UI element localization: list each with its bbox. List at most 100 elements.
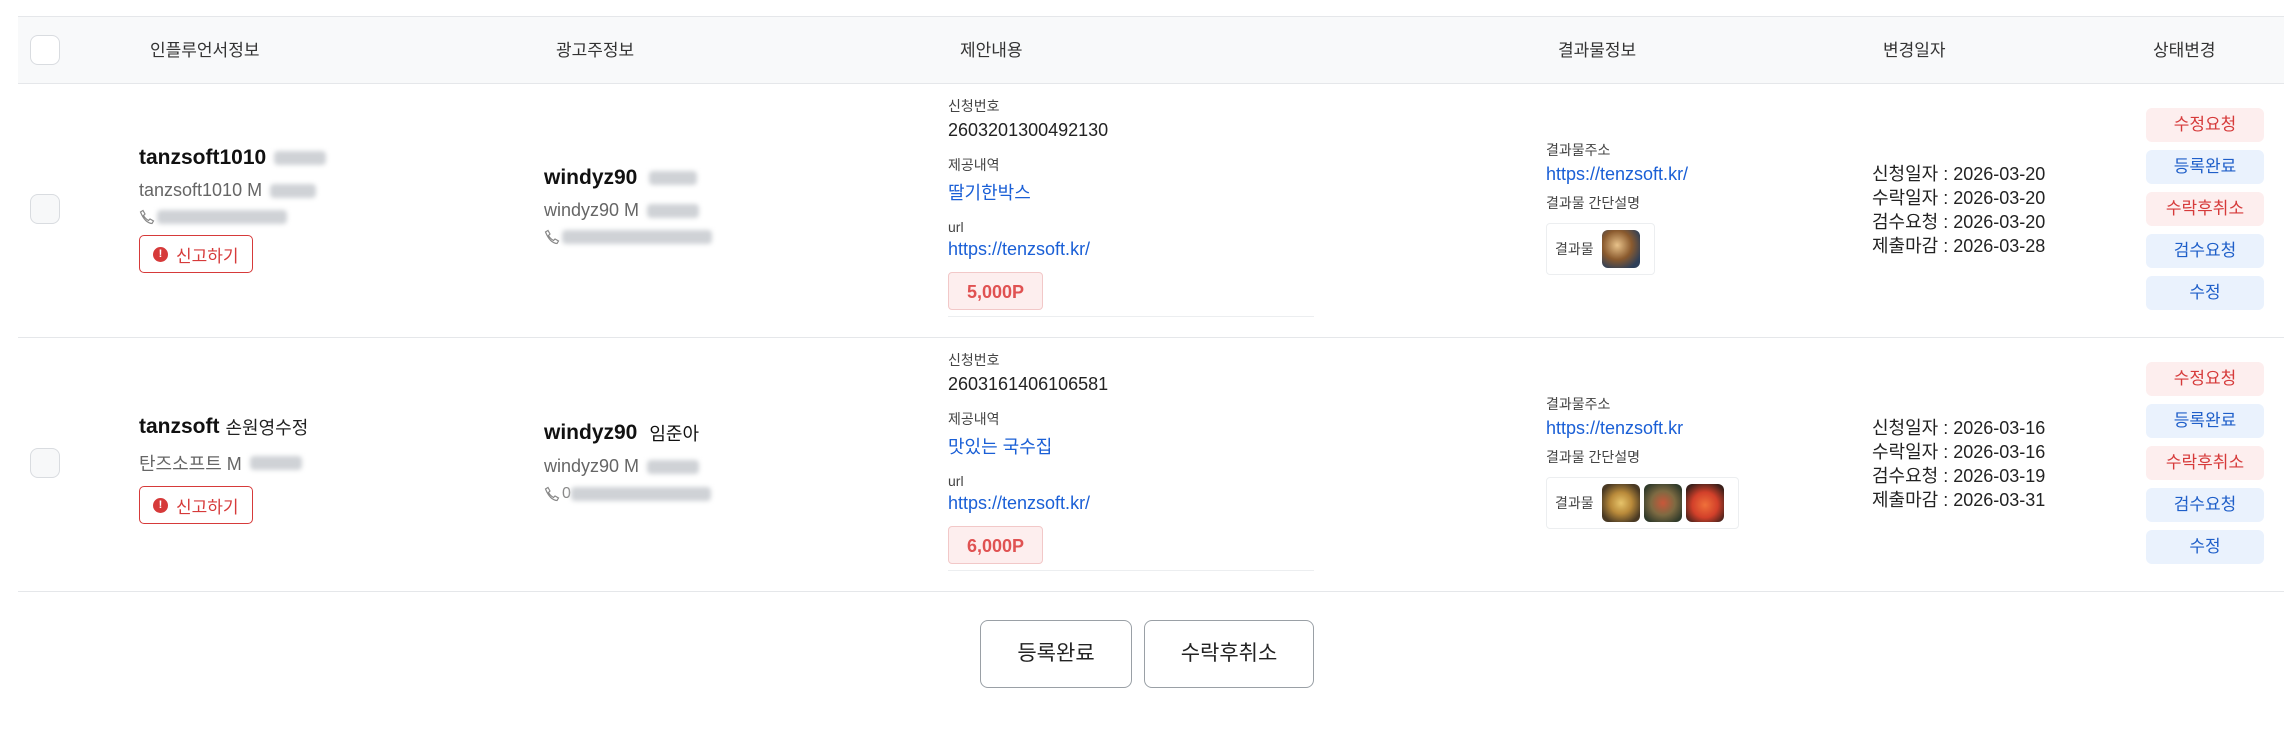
result-addr-label: 결과물주소 (1546, 142, 1611, 158)
proposal-url[interactable]: https://tenzsoft.kr/ (948, 239, 1314, 260)
request-edit-button[interactable]: 수정요청 (2146, 108, 2264, 142)
cancel-after-accept-button[interactable]: 수락후취소 (2146, 192, 2264, 226)
apply-no-label: 신청번호 (948, 352, 1000, 368)
change-dates: 신청일자 : 2026-03-20 수락일자 : 2026-03-20 검수요청… (1872, 162, 2045, 258)
header-influencer: 인플루언서정보 (150, 41, 260, 60)
phone-icon (544, 229, 560, 245)
result-thumbnail[interactable] (1643, 484, 1682, 522)
register-done-button[interactable]: 등록완료 (2146, 404, 2264, 438)
date-deadline: 제출마감 : 2026-03-31 (1872, 490, 2046, 510)
divider (948, 570, 1314, 571)
influencer-info: tanzsoft1010 tanzsoft1010 M ! 신고하기 (139, 146, 327, 273)
point-badge: 6,000P (948, 526, 1044, 564)
influencer-extra: 손원영수정 (225, 418, 309, 438)
change-dates: 신청일자 : 2026-03-16 수락일자 : 2026-03-16 검수요청… (1872, 416, 2045, 512)
alert-icon: ! (153, 246, 168, 262)
result-url[interactable]: https://tenzsoft.kr (1546, 418, 1739, 439)
advertiser-info: windyz90 windyz90 M (544, 166, 712, 245)
result-desc-label: 결과물 간단설명 (1546, 195, 1641, 211)
request-edit-button[interactable]: 수정요청 (2146, 362, 2264, 396)
provided-link[interactable]: 딸기한박스 (948, 179, 1314, 205)
header-date: 변경일자 (1883, 41, 1946, 60)
application-table: 인플루언서정보 광고주정보 제안내용 결과물정보 변경일자 상태변경 tanzs… (18, 16, 2284, 592)
edit-button[interactable]: 수정 (2146, 276, 2264, 310)
request-review-button[interactable]: 검수요청 (2146, 488, 2264, 522)
blurred-text (647, 459, 700, 474)
result-thumbnail[interactable] (1601, 230, 1640, 268)
date-applied: 신청일자 : 2026-03-16 (1872, 418, 2046, 438)
proposal-url[interactable]: https://tenzsoft.kr/ (948, 493, 1314, 514)
result-thumbnail[interactable] (1685, 484, 1724, 522)
header-result: 결과물정보 (1558, 41, 1637, 60)
advertiser-id: windyz90 (544, 166, 638, 189)
register-done-button[interactable]: 등록완료 (2146, 150, 2264, 184)
table-row: tanzsoft 손원영수정 탄즈소프트 M ! 신고하기 windyz90 임… (18, 338, 2284, 592)
result-thumb-label: 결과물 (1555, 241, 1594, 257)
influencer-id: tanzsoft (139, 415, 220, 438)
result-addr-label: 결과물주소 (1546, 396, 1611, 412)
result-info: 결과물주소 https://tenzsoft.kr/ 결과물 간단설명 결과물 (1546, 140, 1688, 275)
blurred-text (270, 183, 317, 198)
report-button[interactable]: ! 신고하기 (139, 235, 253, 273)
date-accepted: 수락일자 : 2026-03-20 (1872, 188, 2046, 208)
request-review-button[interactable]: 검수요청 (2146, 234, 2264, 268)
header-advertiser: 광고주정보 (556, 41, 635, 60)
provided-link[interactable]: 맛있는 국수집 (948, 433, 1314, 459)
table-header: 인플루언서정보 광고주정보 제안내용 결과물정보 변경일자 상태변경 (18, 16, 2284, 84)
phone-icon (544, 486, 560, 502)
blurred-text (249, 456, 302, 470)
influencer-sub: 탄즈소프트 M (139, 454, 242, 474)
status-actions: 수정요청 등록완료 수락후취소 검수요청 수정 (2146, 108, 2264, 318)
blurred-phone (562, 230, 712, 244)
bulk-register-done-button[interactable]: 등록완료 (980, 620, 1132, 688)
influencer-info: tanzsoft 손원영수정 탄즈소프트 M ! 신고하기 (139, 414, 308, 524)
blurred-text (647, 203, 700, 218)
proposal-info: 신청번호 2603201300492130 제공내역 딸기한박스 url htt… (948, 96, 1314, 310)
date-review: 검수요청 : 2026-03-19 (1872, 466, 2046, 486)
advertiser-sub: windyz90 M (544, 200, 640, 220)
date-deadline: 제출마감 : 2026-03-28 (1872, 236, 2046, 256)
provided-label: 제공내역 (948, 157, 1000, 173)
result-desc-label: 결과물 간단설명 (1546, 449, 1641, 465)
url-label: url (948, 473, 964, 489)
status-actions: 수정요청 등록완료 수락후취소 검수요청 수정 (2146, 362, 2264, 572)
date-applied: 신청일자 : 2026-03-20 (1872, 164, 2046, 184)
select-all-checkbox[interactable] (30, 35, 60, 65)
influencer-sub: tanzsoft1010 M (139, 180, 263, 200)
header-status: 상태변경 (2153, 41, 2216, 60)
blurred-phone (570, 487, 711, 501)
date-review: 검수요청 : 2026-03-20 (1872, 212, 2046, 232)
result-info: 결과물주소 https://tenzsoft.kr 결과물 간단설명 결과물 (1546, 394, 1739, 529)
table-row: tanzsoft1010 tanzsoft1010 M ! 신고하기 windy… (18, 84, 2284, 338)
advertiser-id: windyz90 (544, 421, 638, 444)
provided-label: 제공내역 (948, 411, 1000, 427)
divider (948, 316, 1314, 317)
advertiser-extra: 임준아 (649, 424, 700, 444)
result-thumbnails: 결과물 (1546, 477, 1739, 529)
header-proposal: 제안내용 (960, 41, 1023, 60)
cancel-after-accept-button[interactable]: 수락후취소 (2146, 446, 2264, 480)
blurred-name (649, 171, 698, 185)
report-button[interactable]: ! 신고하기 (139, 486, 253, 524)
influencer-id: tanzsoft1010 (139, 146, 267, 169)
advertiser-sub: windyz90 M (544, 456, 640, 476)
bulk-cancel-after-accept-button[interactable]: 수락후취소 (1144, 620, 1314, 688)
result-thumbnail[interactable] (1601, 484, 1640, 522)
apply-no-label: 신청번호 (948, 98, 1000, 114)
report-label: 신고하기 (176, 246, 239, 266)
apply-no: 2603201300492130 (948, 120, 1109, 140)
row-checkbox[interactable] (30, 448, 60, 478)
phone-prefix: 0 (562, 485, 571, 502)
result-url[interactable]: https://tenzsoft.kr/ (1546, 164, 1688, 185)
edit-button[interactable]: 수정 (2146, 530, 2264, 564)
advertiser-info: windyz90 임준아 windyz90 M 0 (544, 420, 711, 503)
point-badge: 5,000P (948, 272, 1044, 310)
apply-no: 2603161406106581 (948, 374, 1109, 394)
report-label: 신고하기 (176, 497, 239, 517)
date-accepted: 수락일자 : 2026-03-16 (1872, 442, 2046, 462)
phone-icon (139, 209, 155, 225)
blurred-name (274, 151, 327, 165)
row-checkbox[interactable] (30, 194, 60, 224)
url-label: url (948, 219, 964, 235)
blurred-phone (157, 210, 287, 224)
